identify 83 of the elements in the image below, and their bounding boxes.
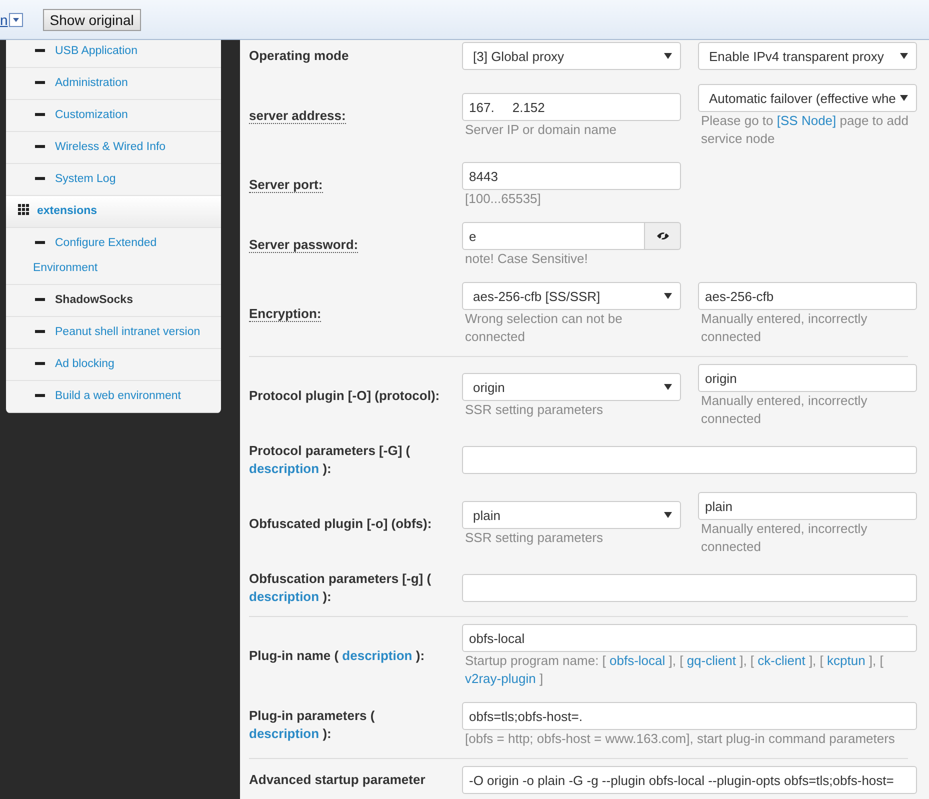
field-label: Protocol parameters [-G] ( description ): <box>249 442 412 478</box>
input-field[interactable]: -O origin -o plain -G -g --plugin obfs-local --plugin-opts obfs=tls;obfs-host= <box>462 766 917 794</box>
sidebar-item[interactable]: USB Application <box>6 36 221 68</box>
input-field[interactable]: aes-256-cfb <box>698 282 917 310</box>
caret-icon <box>900 95 908 101</box>
input-field[interactable]: 8443 <box>462 162 681 190</box>
input-field[interactable]: 167. 2.152 <box>462 93 681 121</box>
field-hint: Server IP or domain name <box>464 121 618 139</box>
language-link[interactable]: n <box>0 12 8 28</box>
input-field[interactable]: plain <box>698 492 917 520</box>
field-hint: SSR setting parameters <box>464 529 604 547</box>
link[interactable]: obfs-local <box>610 653 666 668</box>
dash-icon <box>35 49 45 52</box>
input-field[interactable]: obfs-local <box>462 624 917 652</box>
field-hint: Wrong selection can not be connected <box>464 310 624 346</box>
field-hint: Manually entered, incorrectly connected <box>700 520 868 556</box>
input-field[interactable] <box>462 446 917 474</box>
field-hint: Manually entered, incorrectly connected <box>700 392 868 428</box>
dropdown[interactable]: aes-256-cfb [SS/SSR] <box>462 282 681 310</box>
dash-icon <box>35 241 45 244</box>
sidebar-item[interactable]: Peanut shell intranet version <box>6 317 221 349</box>
field-hint: [obfs = http; obfs-host = www.163.com], start plug-in command parameters <box>464 730 896 748</box>
dropdown-icon[interactable] <box>8 12 23 26</box>
sidebar-item[interactable]: Build a web environment <box>6 381 221 413</box>
show-original-button[interactable]: Show original <box>42 8 141 30</box>
dash-icon <box>35 177 45 180</box>
link[interactable]: description <box>342 648 412 663</box>
sidebar-item[interactable]: Customization <box>6 100 221 132</box>
field-label: Server port: <box>249 176 324 194</box>
dash-icon <box>35 145 45 148</box>
field-label: Plug-in parameters ( description ): <box>249 707 376 743</box>
link[interactable]: [SS Node] <box>776 113 836 128</box>
caret-icon <box>664 53 672 59</box>
sidebar-item[interactable]: Wireless & Wired Info <box>6 132 221 164</box>
caret-icon <box>664 512 672 518</box>
caret-icon <box>664 384 672 390</box>
field-label: server address: <box>249 107 347 125</box>
eye-icon <box>656 230 670 242</box>
dash-icon <box>35 113 45 116</box>
dropdown[interactable]: [3] Global proxy <box>462 42 681 70</box>
sidebar-item[interactable]: ShadowSocks <box>6 285 221 317</box>
show-password-button[interactable] <box>645 222 681 250</box>
link[interactable]: v2ray-plugin <box>465 671 536 686</box>
caret-icon <box>900 53 908 59</box>
field-hint: Manually entered, incorrectly connected <box>700 310 868 346</box>
input-field[interactable] <box>462 574 917 602</box>
field-label: Encryption: <box>249 305 322 323</box>
dash-icon <box>35 330 45 334</box>
field-label: Obfuscated plugin [-o] (obfs): <box>249 515 433 533</box>
field-label: Advanced startup parameter <box>249 771 426 789</box>
field-label: Protocol plugin [-O] (protocol): <box>249 387 441 405</box>
field-label: Plug-in name ( description ): <box>249 647 426 665</box>
dropdown[interactable]: plain <box>462 501 681 529</box>
field-hint: [100...65535] <box>464 190 542 208</box>
dropdown[interactable]: Automatic failover (effective whe <box>698 84 917 112</box>
field-label: Obfuscation parameters [-g] ( description ): <box>249 570 432 606</box>
dash-icon <box>35 298 45 302</box>
dropdown[interactable]: origin <box>462 373 681 401</box>
field-label: Operating mode <box>249 47 350 65</box>
dash-icon <box>35 362 45 366</box>
grid-icon <box>18 204 29 216</box>
input-field[interactable]: origin <box>698 364 917 392</box>
sidebar-item[interactable]: Ad blocking <box>6 349 221 381</box>
caret-icon <box>664 293 672 299</box>
link[interactable]: description <box>249 726 320 741</box>
link[interactable]: ck-client <box>758 653 806 668</box>
sidebar-section[interactable]: extensions <box>6 196 221 228</box>
field-hint: note! Case Sensitive! <box>464 250 589 268</box>
field-hint: Startup program name: [ obfs-local ], [ gq-client ], [ ck-client ], [ kcptun ], [ v2ray-plugin ] <box>464 652 884 688</box>
dash-icon <box>35 394 45 398</box>
field-label: Server password: <box>249 236 360 254</box>
input-field[interactable]: obfs=tls;obfs-host=. <box>462 702 917 730</box>
link[interactable]: kcptun <box>827 653 866 668</box>
dropdown[interactable]: Enable IPv4 transparent proxy <box>698 42 917 70</box>
sidebar-item[interactable]: Administration <box>6 68 221 100</box>
password-field[interactable]: e <box>462 222 645 250</box>
link[interactable]: description <box>249 461 320 476</box>
link[interactable]: gq-client <box>686 653 736 668</box>
link[interactable]: description <box>249 589 320 604</box>
sidebar-item[interactable]: Configure Extended Environment <box>6 228 221 285</box>
field-hint: Please go to [SS Node] page to add service node <box>700 112 910 148</box>
dash-icon <box>35 81 45 84</box>
field-hint: SSR setting parameters <box>464 401 604 419</box>
